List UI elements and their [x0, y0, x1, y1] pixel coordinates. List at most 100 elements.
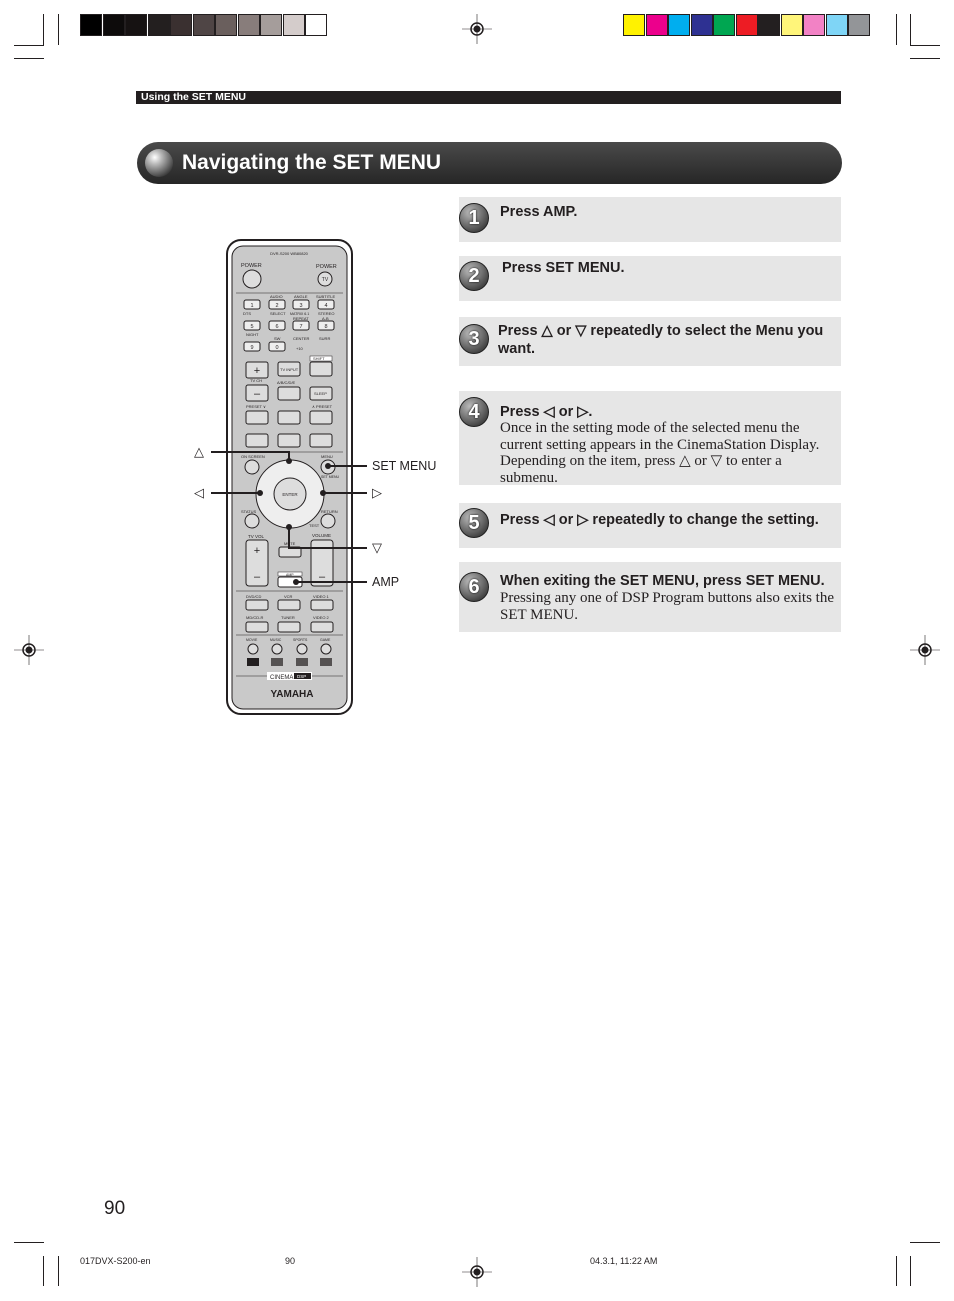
page-title: Navigating the SET MENU — [182, 151, 442, 174]
svg-text:MOVIE: MOVIE — [246, 638, 258, 642]
crop-mark — [14, 58, 44, 59]
yamaha-logo: YAMAHA — [271, 689, 314, 700]
svg-text:–: – — [254, 571, 261, 583]
svg-text:DVD/CD: DVD/CD — [246, 594, 261, 599]
color-swatch — [282, 14, 305, 36]
svg-text:ENTER: ENTER — [282, 492, 298, 497]
footer-timestamp: 04.3.1, 11:22 AM — [590, 1256, 658, 1266]
digit-label: 3 — [299, 303, 302, 309]
crop-mark — [910, 1242, 940, 1243]
step-number: 4 — [459, 397, 489, 427]
color-swatch — [215, 14, 237, 36]
svg-text:VCR: VCR — [284, 594, 293, 599]
svg-text:SUBTITLE: SUBTITLE — [316, 294, 335, 299]
digit-label: 1 — [250, 303, 253, 309]
svg-text:ANGLE: ANGLE — [294, 294, 308, 299]
svg-text:VIDEO 2: VIDEO 2 — [313, 615, 330, 620]
crop-mark — [910, 1256, 911, 1286]
color-swatch — [192, 14, 215, 36]
svg-text:∧ PRESET: ∧ PRESET — [312, 404, 333, 409]
callout-right: ▷ — [372, 485, 382, 500]
digit-label: 9 — [250, 345, 253, 351]
crop-mark — [14, 45, 44, 46]
svg-text:CENTER: CENTER — [293, 336, 310, 341]
step-heading: Press AMP. — [500, 204, 578, 220]
svg-text:TV VOL: TV VOL — [248, 534, 265, 539]
color-swatch — [80, 14, 102, 36]
color-swatch — [237, 14, 260, 36]
svg-text:TEST: TEST — [309, 523, 320, 528]
svg-text:SW: SW — [274, 336, 281, 341]
digit-label: 6 — [275, 324, 278, 330]
svg-text:SLEEP: SLEEP — [314, 391, 327, 396]
page-title-bar: Navigating the SET MENU — [137, 142, 842, 184]
remote-control-illustration: DVR-S200 WB80820 POWER POWER TV AUDIO AN… — [211, 239, 367, 715]
step-number: 1 — [459, 203, 489, 233]
step-heading: Press △ or ▽ repeatedly to select the Me… — [498, 323, 824, 357]
color-swatch — [735, 14, 758, 36]
svg-text:VIDEO 1: VIDEO 1 — [313, 594, 330, 599]
svg-text:A/B/C/D/E: A/B/C/D/E — [277, 380, 296, 385]
callout-amp: AMP — [372, 575, 400, 589]
power-label: POWER — [241, 263, 262, 269]
page-number: 90 — [104, 1198, 126, 1219]
svg-text:STATUS: STATUS — [241, 509, 257, 514]
step-number: 5 — [459, 508, 489, 538]
svg-text:NIGHT: NIGHT — [246, 332, 259, 337]
registration-mark-icon — [462, 1257, 492, 1287]
color-swatch — [305, 14, 327, 36]
digit-label: 5 — [250, 324, 253, 330]
svg-text:SELECT: SELECT — [270, 311, 286, 316]
svg-text:REPEAT: REPEAT — [293, 316, 309, 321]
color-swatch — [668, 14, 690, 36]
color-swatch — [125, 14, 147, 36]
svg-text:VOLUME: VOLUME — [312, 533, 331, 538]
step-heading: When exiting the SET MENU, press SET MEN… — [500, 573, 825, 589]
svg-text:+: + — [254, 545, 260, 557]
svg-text:TV INPUT: TV INPUT — [280, 367, 299, 372]
digit-label: 0 — [275, 345, 278, 351]
svg-text:PRESET ∨: PRESET ∨ — [246, 404, 266, 409]
color-swatch — [780, 14, 803, 36]
svg-text:TV CH: TV CH — [250, 378, 262, 383]
step-heading: Press SET MENU. — [502, 260, 625, 276]
callout-set-menu: SET MENU — [372, 459, 437, 473]
color-swatch — [713, 14, 735, 36]
crop-mark — [14, 1242, 44, 1243]
registration-mark-icon — [910, 635, 940, 665]
svg-text:+: + — [254, 365, 260, 377]
svg-text:GAME: GAME — [320, 638, 331, 642]
svg-text:MENU: MENU — [321, 454, 333, 459]
crop-mark — [43, 14, 44, 45]
callout-down: ▽ — [372, 540, 382, 555]
power-tv-label: POWER — [316, 264, 337, 270]
crop-mark — [43, 1256, 44, 1286]
svg-text:A-B: A-B — [322, 316, 329, 321]
color-swatch — [623, 14, 645, 36]
crop-mark — [58, 1256, 59, 1286]
svg-text:TUNER: TUNER — [281, 615, 295, 620]
svg-text:AMP: AMP — [286, 573, 294, 577]
callout-up: △ — [194, 444, 204, 459]
crop-mark — [896, 14, 897, 45]
step-6: 6 When exiting the SET MENU, press SET ME… — [459, 562, 841, 632]
svg-text:SET MENU: SET MENU — [321, 475, 339, 479]
color-swatch — [803, 14, 825, 36]
step-5: 5 Press ◁ or ▷ repeatedly to change the s… — [459, 503, 841, 548]
callout-left: ◁ — [194, 485, 204, 500]
svg-text:MUSIC: MUSIC — [270, 638, 282, 642]
crop-mark — [910, 45, 940, 46]
svg-text:RETURN: RETURN — [321, 509, 338, 514]
svg-text:ON SCREEN: ON SCREEN — [241, 454, 265, 459]
digit-label: 2 — [275, 303, 278, 309]
color-swatch — [825, 14, 848, 36]
svg-text:DSP: DSP — [297, 674, 306, 679]
color-swatch — [170, 14, 192, 36]
color-swatch — [690, 14, 713, 36]
crop-mark — [896, 1256, 897, 1286]
model-label: DVR-S200 WB80820 — [270, 251, 309, 256]
step-heading: Press ◁ or ▷ repeatedly to change the se… — [500, 512, 819, 528]
color-swatch — [848, 14, 870, 36]
crop-mark — [910, 58, 940, 59]
step-2: 2 Press SET MENU. — [459, 256, 841, 301]
